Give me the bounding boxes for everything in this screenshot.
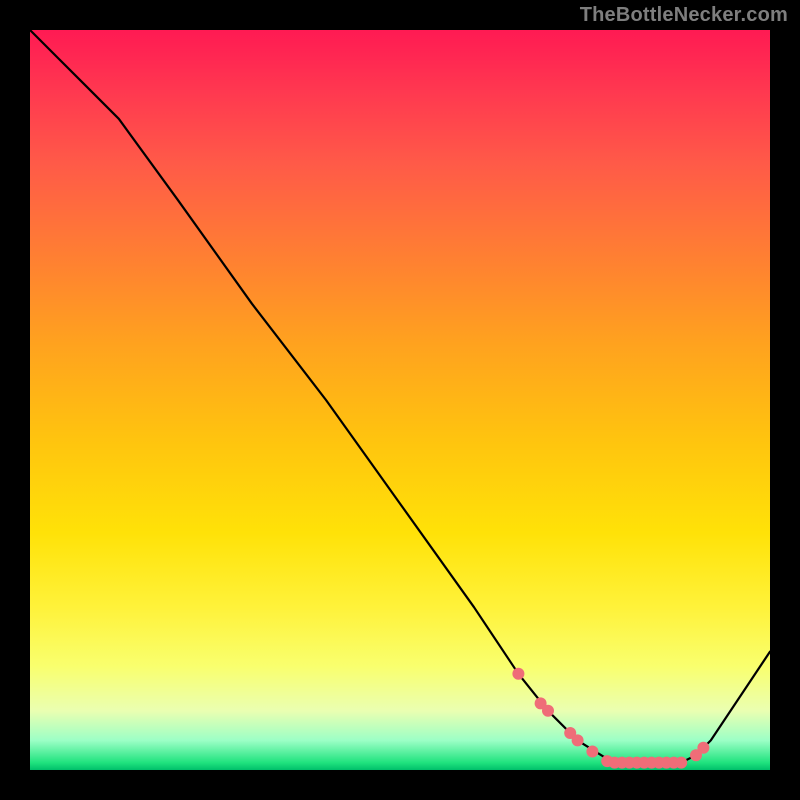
marker-point (697, 742, 709, 754)
watermark-text: TheBottleNecker.com (580, 4, 788, 27)
marker-point (542, 705, 554, 717)
marker-group (512, 668, 709, 769)
marker-point (572, 734, 584, 746)
chart-frame: TheBottleNecker.com (0, 0, 800, 800)
marker-point (586, 746, 598, 758)
bottleneck-curve (30, 30, 770, 763)
chart-svg (30, 30, 770, 770)
plot-area (30, 30, 770, 770)
marker-point (512, 668, 524, 680)
marker-point (675, 757, 687, 769)
